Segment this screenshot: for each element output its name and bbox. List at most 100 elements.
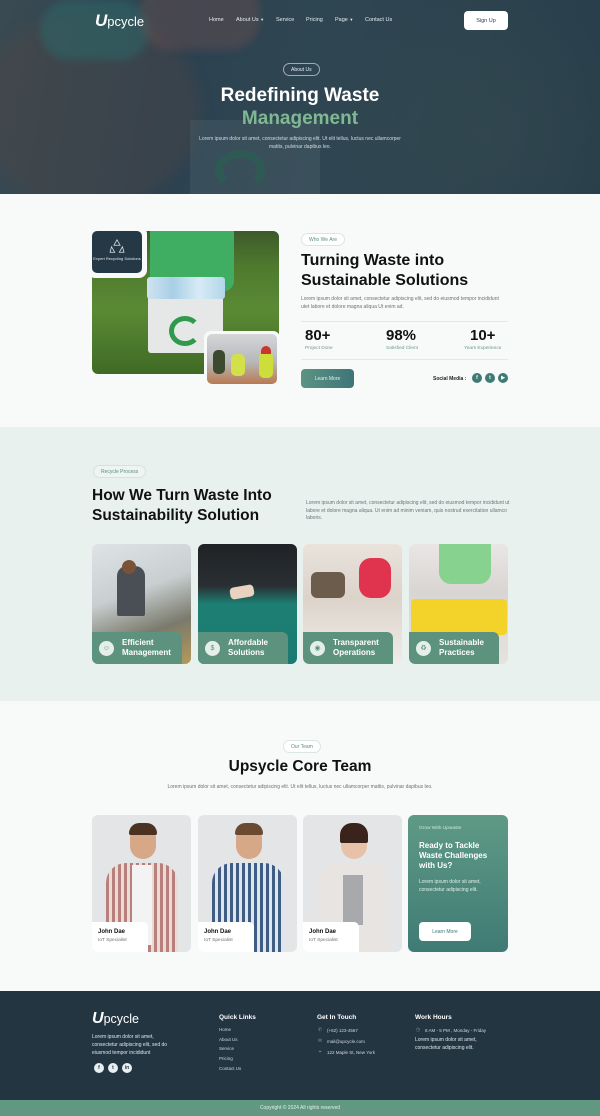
expert-recycling-badge: Expert Recycling Solutions [87,226,147,278]
footer-link-service[interactable]: Service [219,1046,234,1051]
card-title-line1: Affordable [228,638,268,647]
footer-link-pricing[interactable]: Pricing [219,1056,233,1061]
recycle-icon [169,316,201,346]
logo-mark: U [92,1010,104,1027]
member-photo-hair [129,823,157,835]
our-team-tag: Our Team [283,740,321,753]
footer-address: ⌖ 122 Maple St, New York [317,1049,375,1055]
worker-3-hat [261,346,271,354]
nav-about-us[interactable]: About Us ▼ [236,17,264,23]
logo[interactable]: U pcycle [95,11,144,31]
facebook-icon[interactable]: f [94,1063,104,1073]
user-gear-icon: ☺ [99,640,114,656]
social-media-label: Social Media : [433,376,467,382]
footer-logo[interactable]: U pcycle [92,1010,139,1028]
card-title: Affordable Solutions [228,638,268,658]
nav-page[interactable]: Page ▼ [335,17,353,23]
card-photo-paper [229,584,255,600]
footer-phone[interactable]: ✆ (+62) 123-4567 [317,1027,358,1033]
hero-description: Lorem ipsum dolor sit amet, consectetur … [199,136,401,150]
member-role: IoT Specialist [204,938,233,943]
who-title: Turning Waste into Sustainable Solutions [301,252,469,289]
footer-email[interactable]: ✉ mail@upcycle.com [317,1038,365,1044]
nav-pricing[interactable]: Pricing [306,17,323,23]
hero-title: Redefining Waste Management [0,84,600,130]
phone-text: (+62) 123-4567 [327,1027,358,1033]
process-card-efficient[interactable]: ☺ Efficient Management [92,544,191,664]
image-bottles [147,277,225,299]
stat-clients: 98% Satisfied Client [386,327,418,353]
stat-label: Years Experience [464,346,502,351]
card-title-line2: Management [122,648,171,657]
who-description: Lorem ipsum dolor sit amet, consectetur … [301,296,499,310]
card-photo-head [122,560,136,574]
hours-text: 8 AM - 5 PM , Monday - Friday [425,1027,487,1033]
twitter-icon[interactable]: t [108,1063,118,1073]
email-text: mail@upcycle.com [327,1038,365,1044]
hero-badge: About Us [283,63,320,76]
card-title-line2: Operations [333,648,376,657]
sign-up-button[interactable]: Sign Up [464,11,508,30]
eye-icon: ◉ [310,640,325,656]
copyright-text: Copyright © 2024 All rights reserved [259,1105,341,1111]
team-description: Lorem ipsum dolor sit amet, consectetur … [167,784,433,790]
who-we-are-tag: Who We Are [301,233,345,246]
worker-3 [259,352,273,378]
hours-description: Lorem ipsum dolor sit amet, consectetur … [415,1037,477,1051]
worker-1 [213,350,225,374]
location-pin-icon: ⌖ [318,1049,322,1055]
stats-row: 80+ Project Done 98% Satisfied Client 10… [301,321,508,360]
member-info: John Dae IoT Specialist [92,922,148,952]
process-card-sustainable[interactable]: ♻ Sustainable Practices [409,544,508,664]
footer-link-about[interactable]: About Us [219,1037,238,1042]
phone-icon: ✆ [317,1027,323,1033]
team-member-card[interactable]: John Dae IoT Specialist [303,815,402,952]
card-photo-bag [311,572,345,598]
footer-link-home[interactable]: Home [219,1027,231,1032]
nav-page-label: Page [335,17,348,23]
stat-label: Project Done [305,346,333,351]
member-photo-hair [340,823,368,843]
member-name: John Dae [98,929,126,935]
cta-learn-more-button[interactable]: Learn More [419,922,471,941]
process-card-transparent[interactable]: ◉ Transparent Operations [303,544,402,664]
cta-title: Ready to Tackle Waste Challenges with Us… [419,841,488,870]
stat-experience: 10+ Years Experience [464,327,501,353]
card-photo-yellow-bin [411,599,507,635]
twitter-icon[interactable]: t [485,373,495,383]
team-member-card[interactable]: John Dae IoT Specialist [92,815,191,952]
process-description: Lorem ipsum dolor sit amet, consectetur … [306,500,510,521]
nav-about-label: About Us [236,17,259,23]
card-title: Transparent Operations [333,638,379,658]
process-title: How We Turn Waste Into Sustainability So… [92,487,272,524]
card-label: ☺ Efficient Management [92,632,182,664]
recycle-icon [109,239,125,253]
nav-contact-us[interactable]: Contact Us [365,17,392,23]
money-bag-icon: $ [205,640,220,656]
cta-description: Lorem ipsum dolor sit amet, consectetur … [419,879,481,893]
address-text: 122 Maple St, New York [327,1049,376,1055]
recycling-workers-image [204,331,280,387]
card-title-line1: Transparent [333,638,379,647]
footer-link-contact[interactable]: Contact Us [219,1066,241,1071]
linkedin-icon[interactable]: in [122,1063,132,1073]
youtube-icon[interactable]: ▶ [498,373,508,383]
card-title-line2: Practices [439,648,475,657]
nav-service[interactable]: Service [276,17,294,23]
nav-home[interactable]: Home [209,17,224,23]
team-member-card[interactable]: John Dae IoT Specialist [198,815,297,952]
learn-more-button[interactable]: Learn More [301,369,354,388]
quick-links-heading: Quick Links [219,1014,256,1021]
navbar: U pcycle Home About Us ▼ Service Pricing… [0,0,600,40]
card-title-line1: Sustainable [439,638,484,647]
recycle-icon [215,150,265,190]
process-card-affordable[interactable]: $ Affordable Solutions [198,544,297,664]
facebook-icon[interactable]: f [472,373,482,383]
member-photo-top [343,875,363,925]
badge-label: Expert Recycling Solutions [93,256,141,261]
logo-mark: U [95,11,107,30]
workers-photo [207,334,277,384]
stat-value: 80+ [305,327,331,344]
card-title-line2: Solutions [228,648,265,657]
hero-title-line2: Management [241,108,359,129]
